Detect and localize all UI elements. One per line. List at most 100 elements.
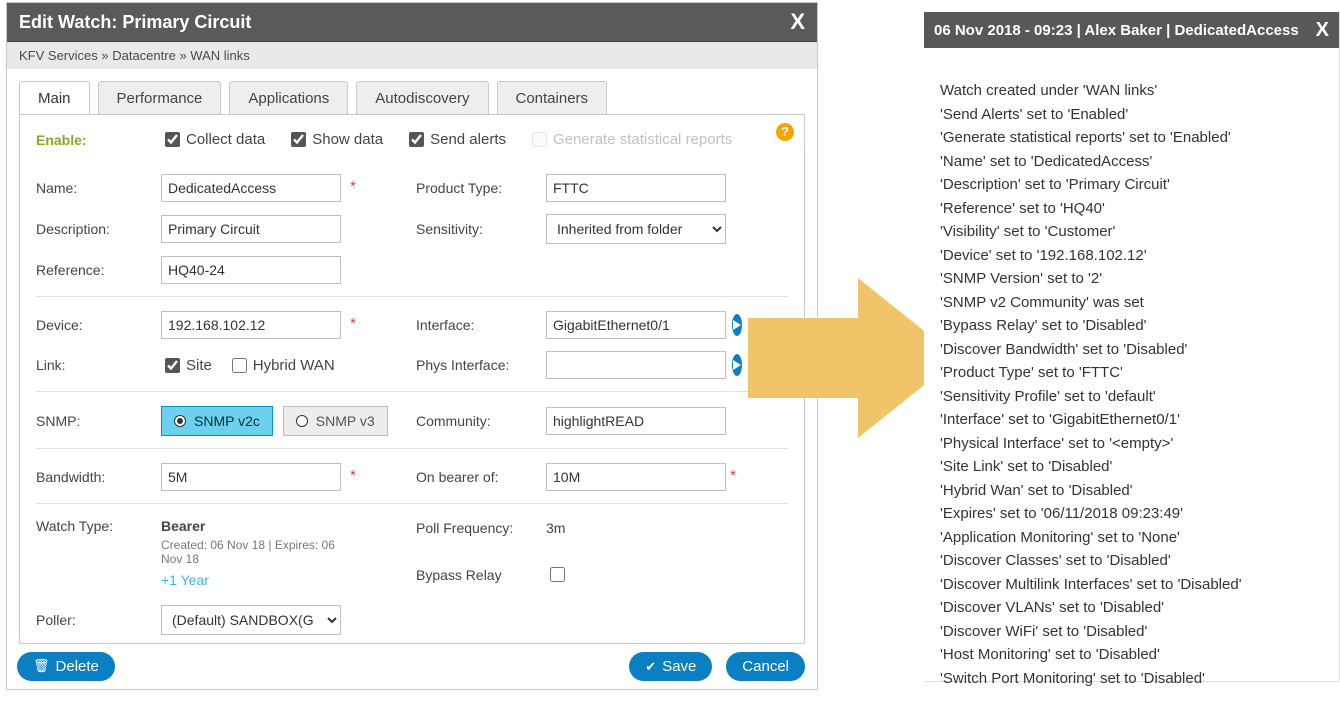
audit-body: Watch created under 'WAN links''Send Ale…	[924, 48, 1339, 707]
generate-stats-checkbox: Generate statistical reports	[528, 129, 732, 150]
device-label: Device:	[36, 317, 161, 333]
tab-performance[interactable]: Performance	[98, 81, 222, 115]
breadcrumb-item[interactable]: Datacentre	[112, 48, 176, 63]
radio-icon	[174, 415, 186, 427]
reference-input[interactable]	[161, 256, 341, 284]
show-data-checkbox[interactable]: Show data	[287, 129, 383, 150]
delete-button[interactable]: 🗑 Delete	[17, 652, 115, 681]
poll-frequency-label: Poll Frequency:	[416, 518, 546, 536]
audit-line: 'Description' set to 'Primary Circuit'	[940, 174, 1323, 197]
tab-main[interactable]: Main	[19, 81, 90, 115]
audit-line: 'Switch Port Monitoring' set to 'Disable…	[940, 668, 1323, 691]
tab-containers[interactable]: Containers	[497, 81, 608, 115]
poller-select[interactable]: (Default) SANDBOX(G	[161, 605, 341, 635]
audit-panel: 06 Nov 2018 - 09:23 | Alex Baker | Dedic…	[924, 12, 1340, 682]
audit-line: 'Product Type' set to 'FTTC'	[940, 362, 1323, 385]
name-input[interactable]	[161, 174, 341, 202]
audit-line: 'Discover Bandwidth' set to 'Disabled'	[940, 339, 1323, 362]
interface-discover-button[interactable]	[732, 314, 742, 336]
on-bearer-input[interactable]	[546, 463, 726, 491]
community-input[interactable]	[546, 407, 726, 435]
link-label: Link:	[36, 357, 161, 373]
sensitivity-label: Sensitivity:	[416, 221, 546, 237]
audit-line: 'Host Monitoring' set to 'Disabled'	[940, 644, 1323, 667]
interface-label: Interface:	[416, 317, 546, 333]
audit-line: 'Sensitivity Profile' set to 'default'	[940, 386, 1323, 409]
save-button[interactable]: ✔ Save	[629, 652, 712, 681]
bypass-relay-checkbox[interactable]	[550, 567, 565, 582]
plus-one-year-button[interactable]: +1 Year	[161, 572, 356, 588]
required-icon: *	[730, 467, 736, 484]
audit-title: 06 Nov 2018 - 09:23 | Alex Baker | Dedic…	[934, 22, 1299, 39]
audit-line: 'Name' set to 'DedicatedAccess'	[940, 151, 1323, 174]
breadcrumb-item[interactable]: WAN links	[190, 48, 249, 63]
audit-line: 'Bypass Relay' set to 'Disabled'	[940, 315, 1323, 338]
poll-frequency-value: 3m	[546, 520, 565, 536]
audit-line: 'Discover Multilink Interfaces' set to '…	[940, 574, 1323, 597]
audit-line: 'SNMP Version' set to '2'	[940, 268, 1323, 291]
audit-line: 'Send Alerts' set to 'Enabled'	[940, 104, 1323, 127]
breadcrumb-item[interactable]: KFV Services	[19, 48, 98, 63]
name-label: Name:	[36, 180, 161, 196]
reference-label: Reference:	[36, 262, 161, 278]
audit-line: 'Visibility' set to 'Customer'	[940, 221, 1323, 244]
product-type-label: Product Type:	[416, 180, 546, 196]
audit-line: 'SNMP v2 Community' was set	[940, 292, 1323, 315]
audit-line: 'Hybrid Wan' set to 'Disabled'	[940, 480, 1323, 503]
link-site-checkbox[interactable]: Site	[161, 355, 212, 376]
enable-label: Enable:	[36, 132, 161, 148]
community-label: Community:	[416, 413, 546, 429]
required-icon: *	[350, 467, 356, 484]
audit-line: 'Discover Classes' set to 'Disabled'	[940, 550, 1323, 573]
check-icon: ✔	[645, 659, 656, 675]
phys-interface-label: Phys Interface:	[416, 357, 546, 373]
device-input[interactable]	[161, 311, 341, 339]
tab-autodiscovery[interactable]: Autodiscovery	[356, 81, 488, 115]
audit-line: 'Interface' set to 'GigabitEthernet0/1'	[940, 409, 1323, 432]
required-icon: *	[350, 315, 356, 332]
tab-applications[interactable]: Applications	[229, 81, 348, 115]
audit-line: 'Expires' set to '06/11/2018 09:23:49'	[940, 503, 1323, 526]
footer: 🗑 Delete ✔ Save Cancel	[17, 652, 805, 682]
description-label: Description:	[36, 221, 161, 237]
collect-data-checkbox[interactable]: Collect data	[161, 129, 265, 150]
snmp-v2c-toggle[interactable]: SNMP v2c	[161, 406, 273, 436]
interface-input[interactable]	[546, 311, 726, 339]
audit-line: 'Generate statistical reports' set to 'E…	[940, 127, 1323, 150]
window-title: Edit Watch: Primary Circuit	[19, 12, 251, 33]
watch-type-value: Bearer	[161, 518, 356, 534]
watch-type-label: Watch Type:	[36, 518, 161, 534]
audit-line: 'Physical Interface' set to '<empty>'	[940, 433, 1323, 456]
audit-line: 'Discover VLANs' set to 'Disabled'	[940, 597, 1323, 620]
audit-line: 'Site Link' set to 'Disabled'	[940, 456, 1323, 479]
titlebar: Edit Watch: Primary Circuit X	[7, 3, 817, 42]
audit-line: Watch created under 'WAN links'	[940, 80, 1323, 103]
phys-interface-discover-button[interactable]	[732, 354, 742, 376]
description-input[interactable]	[161, 215, 341, 243]
bandwidth-label: Bandwidth:	[36, 469, 161, 485]
snmp-v3-toggle[interactable]: SNMP v3	[283, 406, 388, 436]
snmp-label: SNMP:	[36, 413, 161, 429]
send-alerts-checkbox[interactable]: Send alerts	[405, 129, 506, 150]
close-icon[interactable]: X	[1308, 20, 1329, 40]
on-bearer-label: On bearer of:	[416, 469, 546, 485]
audit-line: 'Discover WiFi' set to 'Disabled'	[940, 621, 1323, 644]
close-icon[interactable]: X	[790, 11, 805, 33]
required-icon: *	[350, 178, 356, 195]
product-type-input[interactable]	[546, 174, 726, 202]
edit-watch-window: Edit Watch: Primary Circuit X KFV Servic…	[6, 2, 818, 690]
radio-icon	[296, 415, 308, 427]
audit-line: 'Reference' set to 'HQ40'	[940, 198, 1323, 221]
link-hybrid-checkbox[interactable]: Hybrid WAN	[228, 355, 335, 376]
tabs: Main Performance Applications Autodiscov…	[7, 69, 817, 115]
cancel-button[interactable]: Cancel	[726, 652, 805, 681]
bandwidth-input[interactable]	[161, 463, 341, 491]
help-icon[interactable]: ?	[776, 123, 794, 141]
audit-line: 'Application Monitoring' set to 'None'	[940, 527, 1323, 550]
audit-line: 'Device' set to '192.168.102.12'	[940, 245, 1323, 268]
sensitivity-select[interactable]: Inherited from folder	[546, 214, 726, 244]
breadcrumb: KFV Services » Datacentre » WAN links	[7, 42, 817, 69]
phys-interface-input[interactable]	[546, 351, 726, 379]
watch-type-meta: Created: 06 Nov 18 | Expires: 06 Nov 18	[161, 538, 356, 566]
poller-label: Poller:	[36, 612, 161, 628]
